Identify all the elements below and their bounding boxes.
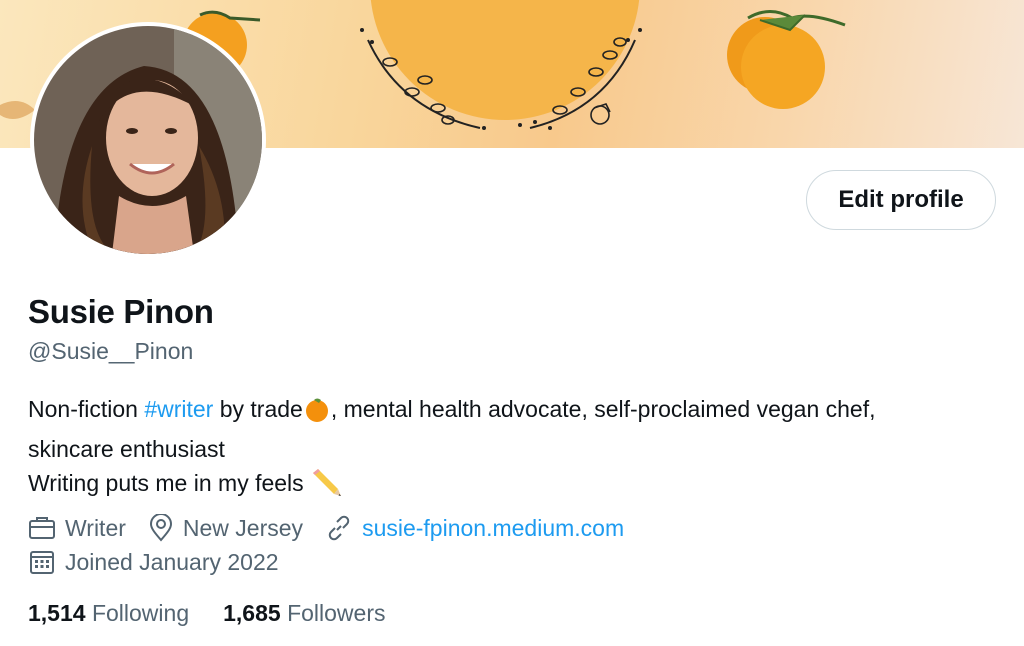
link-icon: [328, 515, 350, 541]
joined-item: Joined January 2022: [28, 548, 279, 576]
bio-line-1: Non-fiction #writer by trade , mental hea…: [28, 392, 1008, 432]
profession-item: Writer: [28, 515, 126, 542]
avatar[interactable]: [30, 22, 266, 258]
profile-meta-row: Writer New Jersey susie-fpinon.medium.co…: [28, 514, 646, 542]
follow-stats: 1,514 Following 1,685 Followers: [28, 600, 419, 627]
bio-text: , mental health advocate, self-proclaime…: [330, 396, 876, 422]
location-item: New Jersey: [148, 514, 303, 542]
website-item[interactable]: susie-fpinon.medium.com: [325, 514, 624, 542]
pencil-emoji-icon: [310, 467, 342, 506]
following-link[interactable]: 1,514 Following: [28, 600, 189, 627]
location-text: New Jersey: [182, 514, 304, 541]
bio-text: Writing puts me in my feels: [28, 470, 311, 496]
orange-emoji-icon: [303, 395, 331, 432]
profile-photo: [34, 26, 262, 254]
profession-text: Writer: [65, 514, 126, 541]
following-label: Following: [91, 600, 190, 626]
hashtag-link[interactable]: #writer: [144, 396, 213, 422]
followers-label: Followers: [287, 600, 386, 626]
profile-bio: Non-fiction #writer by trade , mental hea…: [28, 392, 1008, 506]
bio-line-3: Writing puts me in my feels: [28, 466, 1008, 506]
briefcase-icon: [29, 517, 55, 539]
edit-profile-button[interactable]: Edit profile: [806, 170, 996, 230]
followers-link[interactable]: 1,685 Followers: [223, 600, 385, 627]
profile-handle: @Susie__Pinon: [28, 338, 194, 364]
calendar-icon: [30, 551, 54, 574]
following-count: 1,514: [28, 600, 86, 626]
bio-text: by trade: [213, 396, 303, 422]
location-pin-icon: [149, 514, 172, 542]
followers-count: 1,685: [223, 600, 281, 626]
profile-name: Susie Pinon: [28, 293, 214, 330]
joined-text: Joined January 2022: [65, 548, 279, 575]
profile-joined-row: Joined January 2022: [28, 548, 301, 576]
bio-line-2: skincare enthusiast: [28, 436, 225, 462]
bio-text: Non-fiction: [28, 396, 145, 422]
website-link[interactable]: susie-fpinon.medium.com: [362, 515, 624, 542]
